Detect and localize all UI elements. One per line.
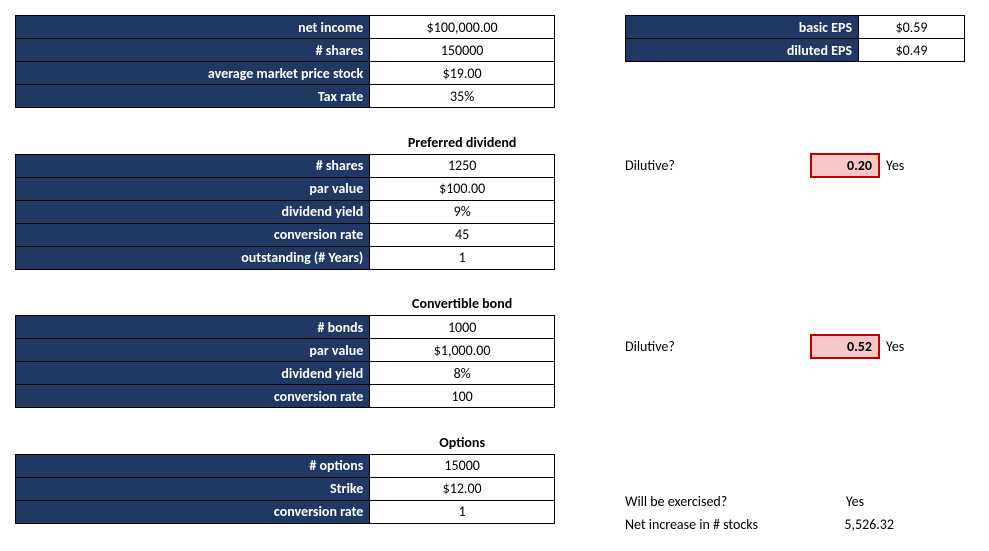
opt-netinc-row: Net increase in # stocks 5,526.32	[625, 513, 965, 536]
label-pref-conv: conversion rate	[16, 223, 370, 246]
label-bond-par: par value	[16, 339, 370, 362]
label-pref-shares: # shares	[16, 154, 370, 177]
bond-table: Convertible bond # bonds1000 par value$1…	[15, 293, 555, 409]
value-bond-yield[interactable]: 8%	[370, 362, 555, 385]
value-opt-count[interactable]: 15000	[370, 454, 555, 477]
pref-dilutive-question: Dilutive?	[625, 157, 810, 174]
value-pref-shares[interactable]: 1250	[370, 154, 555, 177]
value-opt-strike[interactable]: $12.00	[370, 477, 555, 500]
pref-dilutive-answer: Yes	[886, 157, 904, 174]
value-tax-rate[interactable]: 35%	[370, 85, 555, 108]
bond-dilutive-answer: Yes	[886, 338, 904, 355]
label-pref-par: par value	[16, 177, 370, 200]
value-pref-out[interactable]: 1	[370, 246, 555, 269]
label-tax-rate: Tax rate	[16, 85, 370, 108]
value-bond-conv[interactable]: 100	[370, 385, 555, 408]
opt-netinc-value: 5,526.32	[810, 516, 900, 533]
label-bond-conv: conversion rate	[16, 385, 370, 408]
label-avg-price: average market price stock	[16, 62, 370, 85]
value-net-income[interactable]: $100,000.00	[370, 16, 555, 39]
label-bond-count: # bonds	[16, 316, 370, 339]
eps-table: basic EPS$0.59 diluted EPS$0.49	[625, 15, 965, 62]
preferred-title: Preferred dividend	[370, 131, 555, 154]
bond-dilutive-question: Dilutive?	[625, 338, 810, 355]
label-net-income: net income	[16, 16, 370, 39]
preferred-table: Preferred dividend # shares1250 par valu…	[15, 131, 555, 270]
value-shares[interactable]: 150000	[370, 39, 555, 62]
label-opt-strike: Strike	[16, 477, 370, 500]
value-diluted-eps: $0.49	[859, 39, 965, 62]
opt-netinc-question: Net increase in # stocks	[625, 516, 810, 533]
label-bond-yield: dividend yield	[16, 362, 370, 385]
bond-title: Convertible bond	[370, 293, 555, 316]
bond-dilutive-row: Dilutive? 0.52 Yes	[625, 335, 965, 358]
value-basic-eps: $0.59	[859, 16, 965, 39]
value-pref-conv[interactable]: 45	[370, 223, 555, 246]
value-pref-par[interactable]: $100.00	[370, 177, 555, 200]
opt-exercised-question: Will be exercised?	[625, 493, 810, 510]
label-pref-out: outstanding (# Years)	[16, 246, 370, 269]
label-diluted-eps: diluted EPS	[626, 39, 859, 62]
inputs-table: net income$100,000.00 # shares150000 ave…	[15, 15, 555, 108]
options-table: Options # options15000 Strike$12.00 conv…	[15, 431, 555, 524]
pref-dilutive-row: Dilutive? 0.20 Yes	[625, 154, 965, 177]
label-opt-conv: conversion rate	[16, 500, 370, 523]
value-opt-conv[interactable]: 1	[370, 500, 555, 523]
label-pref-yield: dividend yield	[16, 200, 370, 223]
label-basic-eps: basic EPS	[626, 16, 859, 39]
options-title: Options	[370, 431, 555, 454]
value-pref-yield[interactable]: 9%	[370, 200, 555, 223]
opt-exercised-row: Will be exercised? Yes	[625, 490, 965, 513]
label-opt-count: # options	[16, 454, 370, 477]
bond-dilutive-value: 0.52	[810, 334, 880, 359]
label-shares: # shares	[16, 39, 370, 62]
value-bond-count[interactable]: 1000	[370, 316, 555, 339]
value-avg-price[interactable]: $19.00	[370, 62, 555, 85]
pref-dilutive-value: 0.20	[810, 153, 880, 178]
opt-exercised-answer: Yes	[810, 493, 900, 510]
value-bond-par[interactable]: $1,000.00	[370, 339, 555, 362]
